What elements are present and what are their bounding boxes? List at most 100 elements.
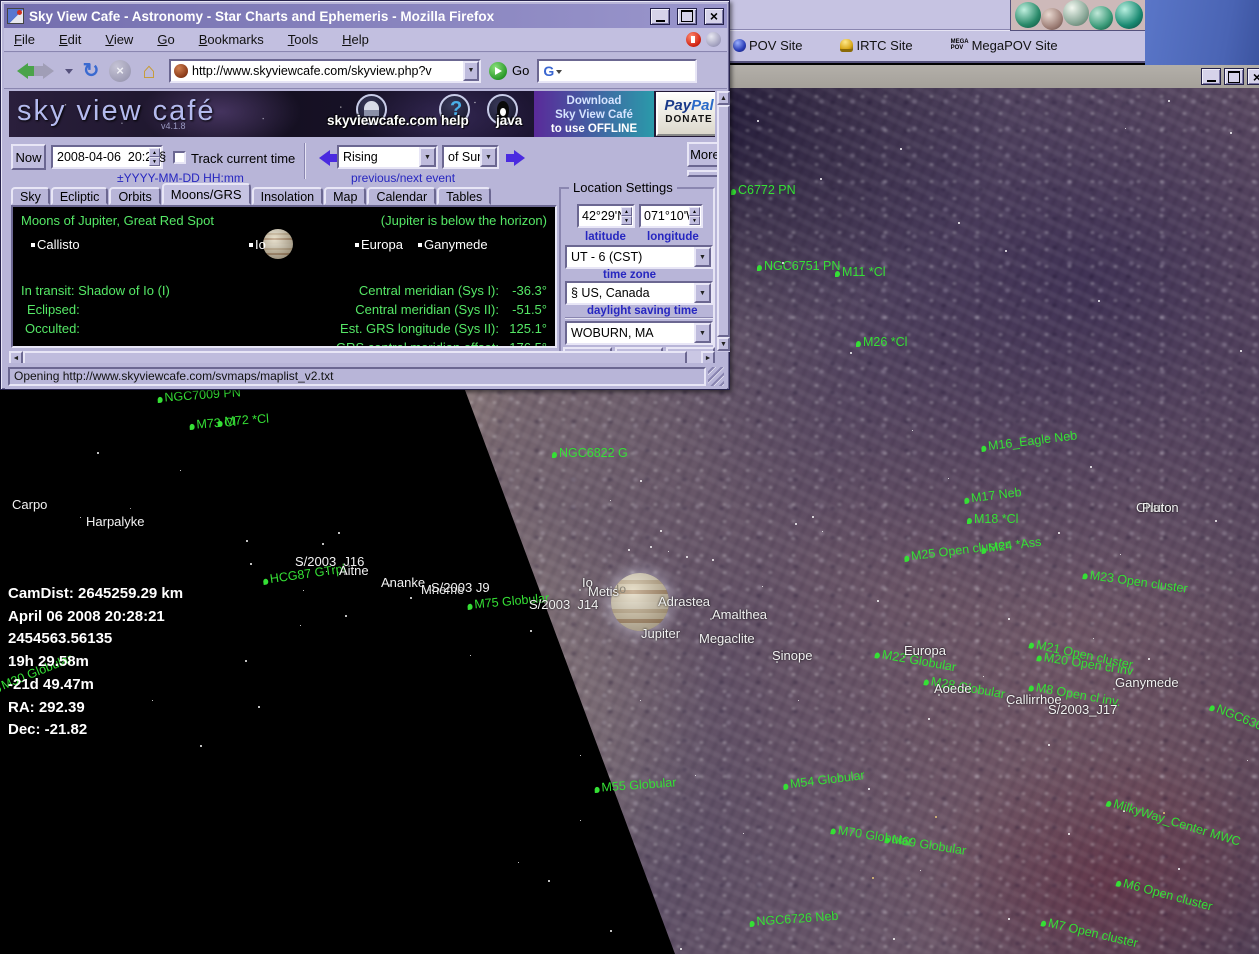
- site-link[interactable]: skyviewcafe.com: [327, 113, 437, 128]
- minimize-button[interactable]: [650, 8, 670, 25]
- site-favicon: [174, 64, 188, 78]
- menu-edit[interactable]: Edit: [59, 32, 81, 47]
- tab-moons-grs[interactable]: Moons/GRS: [162, 183, 251, 205]
- tab-orbits[interactable]: Orbits: [109, 187, 160, 205]
- menu-bookmarks[interactable]: Bookmarks: [199, 32, 264, 47]
- update-notification-icon[interactable]: [686, 32, 701, 47]
- event-type-value: Rising: [343, 150, 378, 164]
- spin-up-icon[interactable]: [621, 207, 632, 216]
- minimize-button[interactable]: [1201, 68, 1221, 85]
- forward-dropdown-icon[interactable]: [65, 69, 73, 78]
- menu-tools[interactable]: Tools: [288, 32, 318, 47]
- bookmark-pov-site[interactable]: POV Site: [733, 38, 802, 53]
- menu-file[interactable]: File: [14, 32, 35, 47]
- resize-grip[interactable]: [708, 367, 724, 386]
- bookmark-irtc-site[interactable]: IRTC Site: [840, 38, 912, 53]
- jupiter-disc: [263, 229, 293, 259]
- version-label: v4.1.8: [161, 121, 186, 131]
- event-hint: previous/next event: [351, 171, 455, 185]
- track-time-label: Track current time: [191, 151, 295, 166]
- bookmark-label: MegaPOV Site: [972, 38, 1058, 53]
- paypal-pay: Pay: [664, 97, 691, 114]
- track-time-checkbox[interactable]: [173, 151, 186, 164]
- tab-tables[interactable]: Tables: [437, 187, 491, 205]
- chevron-down-icon[interactable]: [694, 323, 711, 343]
- longitude-label: longitude: [647, 231, 699, 243]
- spin-up-icon[interactable]: [689, 207, 700, 216]
- back-button[interactable]: [9, 63, 28, 79]
- download-offline-link[interactable]: Download Sky View Café to use OFFLINE: [534, 91, 654, 137]
- sphere-image: [1041, 8, 1063, 30]
- paypal-donate-button[interactable]: PayPal DONATE: [656, 92, 715, 136]
- scroll-up-icon[interactable]: [717, 91, 730, 105]
- spin-down-icon[interactable]: [621, 216, 632, 225]
- spin-up-icon[interactable]: [149, 148, 160, 157]
- stop-button[interactable]: [109, 60, 131, 82]
- menu-view[interactable]: View: [105, 32, 133, 47]
- dst-select[interactable]: § US, Canada: [565, 281, 713, 305]
- close-button[interactable]: [704, 8, 724, 25]
- scrollbar-thumb[interactable]: [717, 105, 730, 337]
- java-link[interactable]: java: [496, 113, 522, 128]
- timezone-label: time zone: [603, 269, 656, 281]
- maximize-button[interactable]: [1224, 68, 1244, 85]
- sphere-image: [1015, 2, 1041, 28]
- menu-help[interactable]: Help: [342, 32, 369, 47]
- maximize-button[interactable]: [677, 8, 697, 25]
- latitude-spinner[interactable]: [621, 207, 632, 225]
- navigation-toolbar: http://www.skyviewcafe.com/skyview.php?v…: [4, 53, 727, 89]
- datetime-spinner[interactable]: [149, 148, 160, 166]
- reload-button[interactable]: [77, 58, 105, 83]
- spin-down-icon[interactable]: [149, 157, 160, 166]
- tab-insolation[interactable]: Insolation: [252, 187, 324, 205]
- menu-go[interactable]: Go: [157, 32, 174, 47]
- address-dropdown-icon[interactable]: [463, 61, 479, 81]
- firefox-window: Sky View Cafe - Astronomy - Star Charts …: [0, 0, 730, 390]
- search-input[interactable]: G: [537, 59, 697, 83]
- event-body-select[interactable]: of Sun: [442, 145, 499, 169]
- meridian-value: -51.5°: [499, 302, 547, 317]
- address-input[interactable]: http://www.skyviewcafe.com/skyview.php?v: [192, 64, 459, 78]
- moon-label-callisto: Callisto: [31, 237, 80, 252]
- title-bar[interactable]: Sky View Cafe - Astronomy - Star Charts …: [4, 4, 727, 28]
- activity-indicator-icon: [706, 32, 721, 47]
- longitude-field[interactable]: 071°10'W: [639, 204, 703, 228]
- separator: [565, 317, 713, 319]
- close-button[interactable]: [1247, 68, 1259, 85]
- latitude-field[interactable]: 42°29'N: [577, 204, 635, 228]
- forward-button[interactable]: [43, 63, 62, 79]
- go-button[interactable]: [489, 62, 507, 80]
- tab-map[interactable]: Map: [324, 187, 366, 205]
- bookmarks-bar: POV Site IRTC Site MEGA POVMegaPOV Site: [733, 34, 1058, 56]
- desktop: [1145, 0, 1259, 65]
- help-link[interactable]: help: [441, 113, 469, 128]
- go-label[interactable]: Go: [512, 63, 529, 78]
- scroll-down-icon[interactable]: [717, 337, 730, 351]
- next-event-button[interactable]: [505, 150, 525, 166]
- bookmark-megapov-site[interactable]: MEGA POVMegaPOV Site: [951, 38, 1058, 53]
- chevron-down-icon[interactable]: [694, 283, 711, 303]
- sphere-image: [1115, 1, 1143, 29]
- address-bar[interactable]: http://www.skyviewcafe.com/skyview.php?v: [169, 59, 481, 83]
- moon-label-io: Io: [249, 237, 266, 252]
- datetime-input[interactable]: 2008-04-06 20:28§: [51, 145, 163, 169]
- home-button[interactable]: [135, 58, 163, 84]
- event-type-select[interactable]: Rising: [337, 145, 438, 169]
- spin-down-icon[interactable]: [689, 216, 700, 225]
- tab-sky[interactable]: Sky: [11, 187, 50, 205]
- meridian-row: Central meridian (Sys I):-36.3°: [359, 283, 547, 298]
- now-button[interactable]: Now: [11, 144, 46, 170]
- chevron-down-icon[interactable]: [694, 247, 711, 267]
- status-row: In transit: Shadow of Io (I): [21, 283, 170, 298]
- previous-event-button[interactable]: [311, 150, 331, 166]
- city-select[interactable]: WOBURN, MA: [565, 321, 713, 345]
- tab-calendar[interactable]: Calendar: [367, 187, 436, 205]
- timezone-select[interactable]: UT - 6 (CST): [565, 245, 713, 269]
- dst-value: § US, Canada: [571, 286, 650, 300]
- vertical-scrollbar[interactable]: [717, 91, 730, 352]
- tab-ecliptic[interactable]: Ecliptic: [51, 187, 109, 205]
- chevron-down-icon[interactable]: [419, 147, 436, 167]
- longitude-spinner[interactable]: [689, 207, 700, 225]
- search-engine-dropdown-icon[interactable]: [556, 70, 562, 77]
- chevron-down-icon[interactable]: [480, 147, 497, 167]
